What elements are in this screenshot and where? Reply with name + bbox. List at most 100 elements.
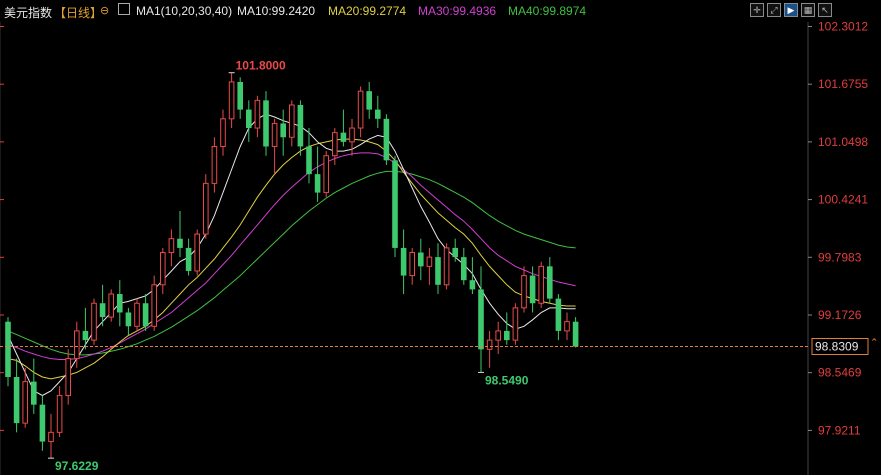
candle [168,229,175,267]
candle-body [39,404,46,442]
candle [203,174,209,239]
candle [142,294,149,331]
candle-body [572,321,579,347]
crosshair-icon[interactable]: ✛ [750,3,764,17]
candle [435,243,441,295]
y-tick-label: 99.1726 [818,308,862,322]
y-axis: 102.3012101.6755101.0498100.424199.79839… [0,19,868,437]
candle-body [461,257,467,281]
candle-body [323,155,329,194]
chart-settings-icon[interactable] [118,3,130,15]
candle [185,238,192,276]
candle-body [332,132,338,157]
candle [400,229,407,295]
candle-body [151,284,157,327]
candle-body [220,118,226,147]
candle-body [306,146,312,175]
cursor-icon[interactable]: ↖ [818,3,832,17]
candle-body [366,91,372,110]
candle-body [48,431,54,443]
candle-body [228,81,235,120]
expand-icon[interactable]: ⤢ [767,3,781,17]
candle-body [168,238,175,254]
candle-body [529,275,536,304]
candle-body [31,381,37,405]
candle [547,257,553,304]
y-tick-label: 101.0498 [818,135,868,149]
candle-body [237,81,243,110]
chart-title: 美元指数 [4,6,53,20]
layout-icon[interactable]: ▦ [801,3,815,17]
candle [314,146,321,202]
candle [31,358,37,414]
candle [237,77,243,119]
candle-body [538,265,545,304]
candle-body [495,330,501,341]
candle-body [194,233,200,272]
candle-body [443,247,450,286]
chart-header: 美元指数 【日线】 ⊖ MA1(10,20,30,40) MA10:99.242… [0,0,881,22]
candle [48,413,54,459]
candle-body [82,330,89,341]
candle [469,257,476,295]
candle-body [547,266,553,299]
candle-body [271,122,278,147]
candle-body [185,247,192,271]
ma-group-label[interactable]: MA1(10,20,30,40) [136,4,232,18]
candlestick-chart[interactable]: 98.8309 ⌃101.800097.622998.5490 102.30121… [0,0,881,475]
candle-body [314,174,321,193]
play-icon[interactable]: ▶ [784,3,798,17]
candle [461,247,467,285]
candle [13,358,20,433]
circle-minus-icon[interactable]: ⊖ [100,4,109,17]
candle [555,294,562,341]
candle [82,307,89,350]
candle [443,243,450,290]
candle [572,317,579,348]
y-tick-label: 98.5469 [818,366,862,380]
candle [160,247,166,295]
candle [246,100,252,142]
candle-body [478,289,484,350]
candle [409,247,415,285]
candle-body [65,358,72,396]
candle-body [486,339,493,350]
candle-body [254,99,261,129]
candle-body [340,132,347,142]
candle [254,95,261,138]
ma30-value: MA30:99.4936 [418,4,497,18]
y-tick-label: 101.6755 [818,77,868,91]
candle-body [56,394,63,433]
period-label[interactable]: 【日线】 [54,4,102,21]
ma40-value: MA40:99.8974 [508,4,587,18]
current-price-label: 98.8309 [815,339,859,353]
candle [486,330,493,368]
candle-body [400,247,407,276]
candle [289,100,295,147]
candle [323,151,329,198]
candle [375,95,381,129]
candle-body [211,145,218,184]
ma20-value: MA20:99.2774 [328,4,407,18]
candle-body [426,256,433,267]
candle-body [22,381,28,424]
candle-body [297,104,304,147]
candle-body [555,298,562,331]
double-up-arrow-icon: ⌃ [870,337,878,348]
candle-body [452,247,458,258]
candle-body [177,238,183,248]
candle [564,312,570,341]
candle [271,118,278,175]
candle [538,261,545,308]
low-annotation: 97.6229 [55,459,99,473]
candle-body [504,330,510,341]
candle [134,298,140,331]
y-tick-label: 99.7983 [818,250,862,264]
candle [280,109,286,156]
y-tick-label: 97.9211 [818,423,861,437]
candle-body [134,302,140,327]
candle [366,81,372,119]
candle [65,349,72,405]
candle-body [203,182,209,235]
candle-body [564,321,570,332]
